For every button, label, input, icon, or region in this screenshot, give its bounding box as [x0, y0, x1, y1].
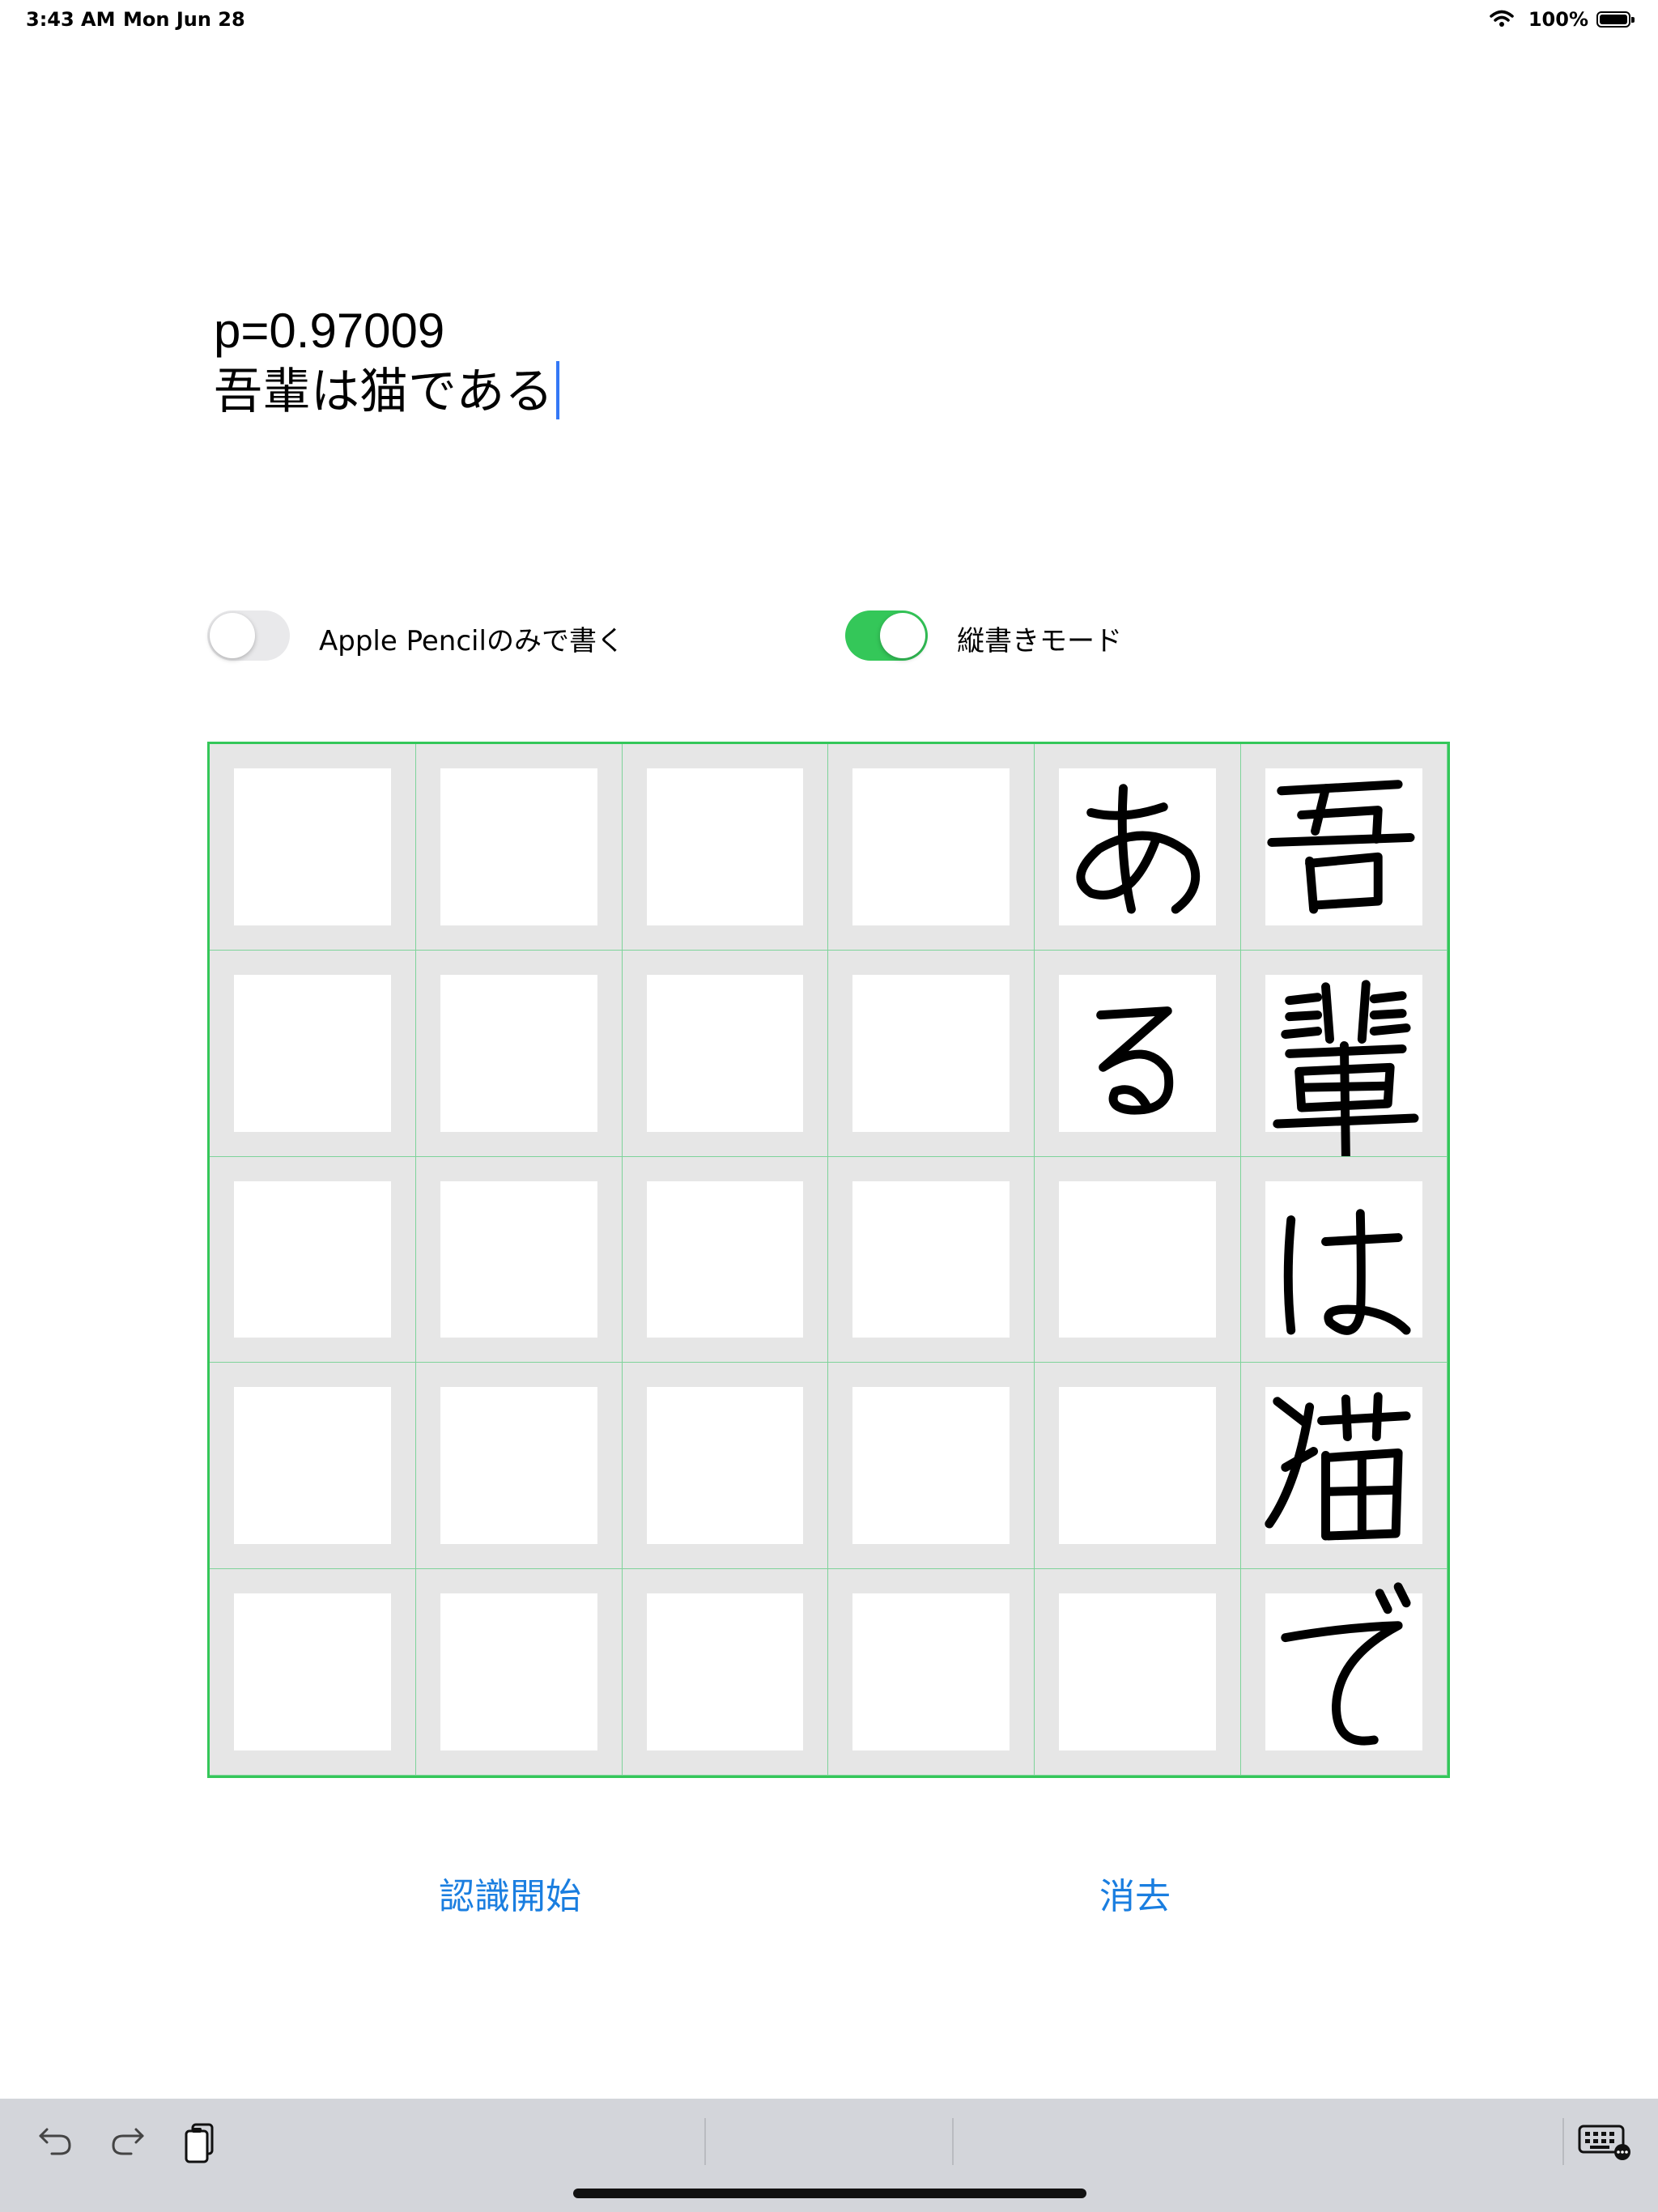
battery-percent: 100%: [1528, 8, 1588, 31]
grid-cell[interactable]: [210, 1569, 416, 1776]
grid-cell[interactable]: [828, 1363, 1035, 1570]
paste-icon[interactable]: [183, 2120, 219, 2168]
grid-cell[interactable]: [1035, 1569, 1242, 1776]
grid-cell[interactable]: [622, 950, 829, 1157]
status-bar: 3:43 AM Mon Jun 28 100%: [0, 0, 1658, 39]
grid-cell-ru[interactable]: [1035, 950, 1242, 1157]
grid-cell[interactable]: [828, 744, 1035, 951]
handwritten-stroke-hai: [1273, 980, 1419, 1156]
probability-text: p=0.97009: [214, 304, 445, 358]
grid-cell[interactable]: [828, 1569, 1035, 1776]
redo-icon[interactable]: [108, 2120, 147, 2165]
grid-cell[interactable]: [415, 1156, 623, 1363]
grid-cell-neko[interactable]: [1241, 1363, 1448, 1570]
handwriting-grid[interactable]: [207, 742, 1450, 1778]
grid-cell[interactable]: [1035, 1363, 1242, 1570]
grid-cell-hai[interactable]: [1241, 950, 1448, 1157]
pencil-only-toggle[interactable]: [207, 610, 290, 661]
grid-cell[interactable]: [622, 1156, 829, 1363]
pencil-only-label: Apple Pencilのみで書く: [319, 625, 624, 657]
battery-icon: [1596, 11, 1635, 28]
wifi-icon: [1490, 10, 1514, 32]
recognized-text: 吾輩は猫である: [214, 364, 554, 420]
result-text-view[interactable]: p=0.97009 吾輩は猫である: [214, 301, 560, 422]
bar-separator: [704, 2118, 706, 2165]
grid-cell-go[interactable]: [1241, 744, 1448, 951]
grid-cell[interactable]: [622, 1363, 829, 1570]
toggle-knob: [210, 613, 255, 658]
grid-cell-de[interactable]: [1241, 1569, 1448, 1776]
home-indicator: [573, 2189, 1086, 2198]
grid-cell[interactable]: [415, 1569, 623, 1776]
handwritten-stroke-neko: [1265, 1392, 1411, 1541]
grid-cell[interactable]: [415, 1363, 623, 1570]
status-time: 3:43 AM: [26, 8, 116, 31]
grid-cell[interactable]: [415, 744, 623, 951]
clear-button[interactable]: 消去: [1099, 1867, 1171, 1919]
text-caret: [556, 361, 560, 419]
handwritten-stroke-go: [1267, 780, 1415, 914]
keyboard-icon[interactable]: [1577, 2123, 1632, 2165]
grid-cell[interactable]: [415, 950, 623, 1157]
grid-cell[interactable]: [622, 744, 829, 951]
handwritten-stroke-de: [1281, 1582, 1411, 1746]
bar-separator: [952, 2118, 954, 2165]
vertical-mode-toggle[interactable]: [845, 610, 928, 661]
grid-cell[interactable]: [210, 950, 416, 1157]
handwritten-stroke-ru: [1096, 1006, 1174, 1115]
toggle-knob: [880, 613, 925, 658]
handwritten-stroke-ha: [1283, 1208, 1411, 1335]
bar-separator: [1562, 2118, 1564, 2165]
grid-cell[interactable]: [210, 1156, 416, 1363]
grid-cell[interactable]: [622, 1569, 829, 1776]
grid-cell-ha[interactable]: [1241, 1156, 1448, 1363]
vertical-mode-label: 縦書きモード: [957, 625, 1122, 657]
handwritten-stroke-a: [1076, 784, 1201, 914]
recognize-button[interactable]: 認識開始: [439, 1867, 581, 1919]
grid-cell[interactable]: [210, 744, 416, 951]
grid-cell[interactable]: [1035, 1156, 1242, 1363]
grid-cell-a[interactable]: [1035, 744, 1242, 951]
status-date: Mon Jun 28: [123, 8, 245, 31]
undo-icon[interactable]: [36, 2120, 74, 2165]
grid-cell[interactable]: [828, 1156, 1035, 1363]
recognized-text-line: 吾輩は猫である: [214, 361, 560, 422]
grid-cell[interactable]: [210, 1363, 416, 1570]
grid-cell[interactable]: [828, 950, 1035, 1157]
